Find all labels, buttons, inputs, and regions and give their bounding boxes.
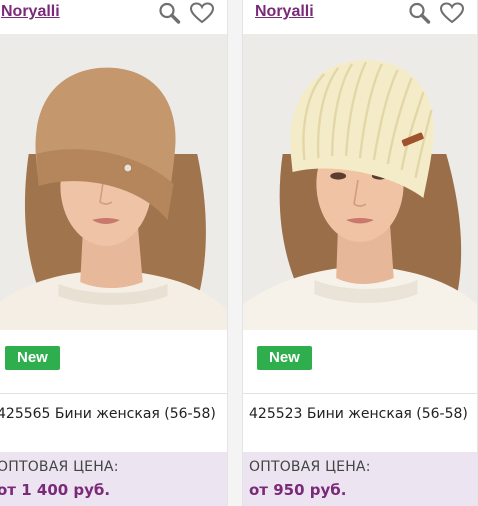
heart-icon[interactable]: [439, 1, 465, 25]
price-label: ОПТОВАЯ ЦЕНА:: [249, 459, 371, 475]
product-title[interactable]: 425565 Бини женская (56-58): [0, 405, 219, 424]
search-icon[interactable]: [157, 1, 183, 25]
price-value: от 950 руб.: [249, 481, 347, 499]
new-badge: New: [257, 346, 312, 370]
price-box: ОПТОВАЯ ЦЕНА: от 1 400 руб.: [0, 452, 227, 506]
product-card[interactable]: Noryalli: [242, 0, 478, 506]
price-value: от 1 400 руб.: [0, 481, 111, 499]
new-badge: New: [5, 346, 60, 370]
heart-icon[interactable]: [189, 1, 215, 25]
divider: [0, 393, 227, 394]
price-box: ОПТОВАЯ ЦЕНА: от 950 руб.: [243, 452, 477, 506]
card-header: Noryalli: [243, 0, 477, 30]
card-header: Noryalli: [0, 0, 227, 30]
divider: [243, 393, 477, 394]
brand-link[interactable]: Noryalli: [255, 3, 314, 21]
product-title[interactable]: 425523 Бини женская (56-58): [249, 405, 469, 424]
product-image[interactable]: [0, 34, 227, 330]
product-image[interactable]: [243, 34, 477, 330]
search-icon[interactable]: [407, 1, 433, 25]
product-card[interactable]: Noryalli: [0, 0, 228, 506]
price-label: ОПТОВАЯ ЦЕНА:: [0, 459, 119, 475]
brand-link[interactable]: Noryalli: [1, 3, 60, 21]
